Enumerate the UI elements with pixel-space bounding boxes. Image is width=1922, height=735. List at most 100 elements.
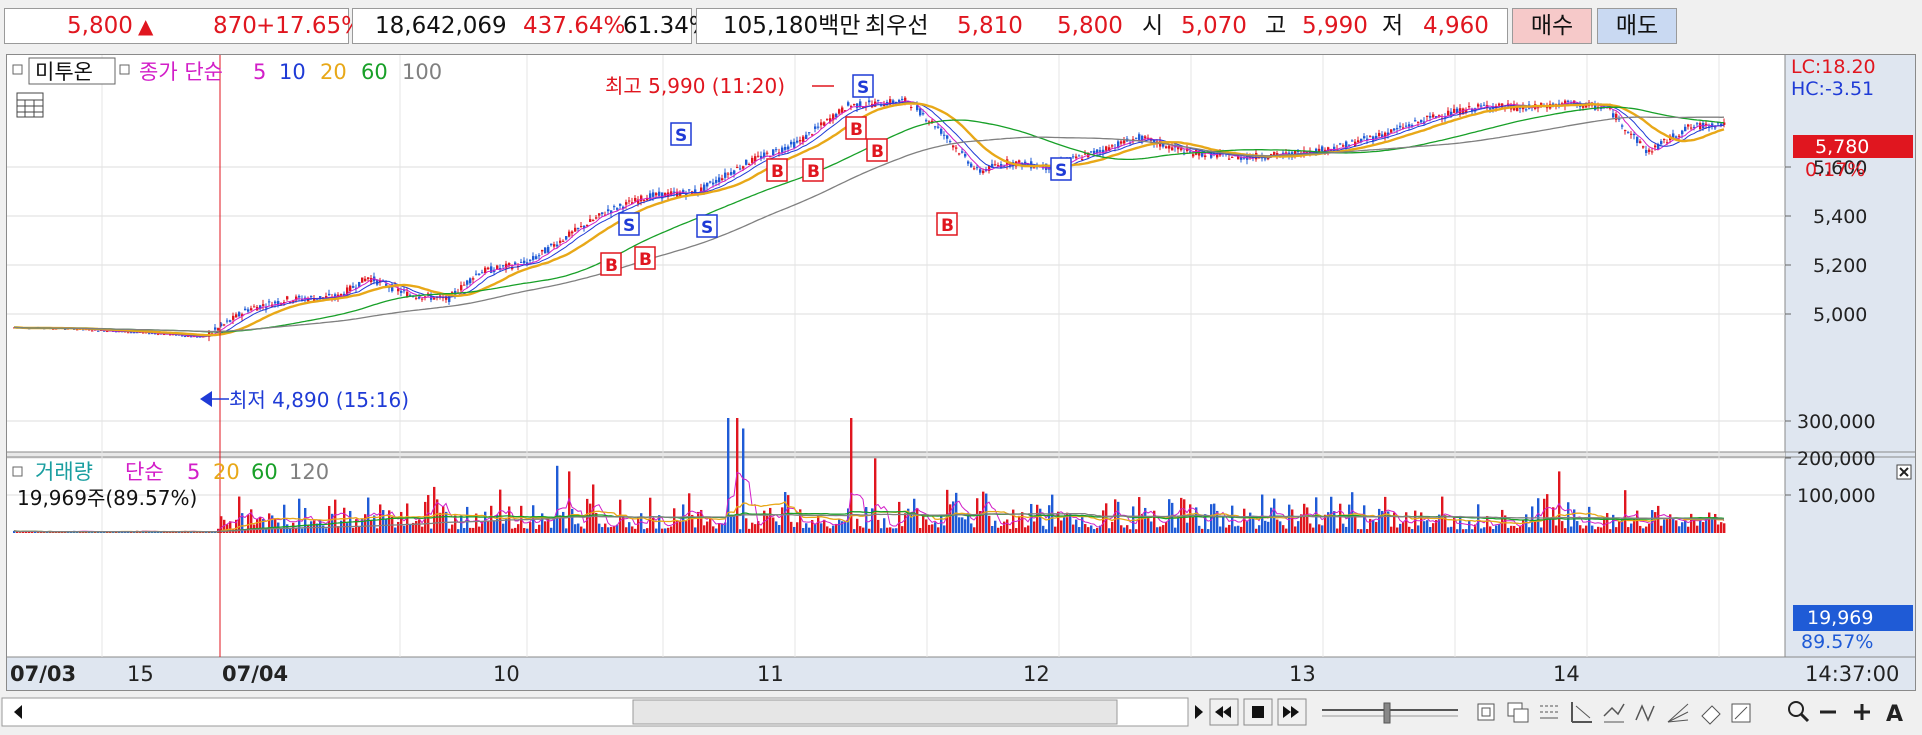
price-candles [13,96,1726,342]
volume-bar [703,525,706,533]
settings-icon[interactable] [1731,703,1751,723]
signal-marker-buy[interactable]: B [866,138,888,162]
signal-marker-buy[interactable]: B [600,252,622,276]
signal-marker-sell[interactable]: S [696,214,718,238]
volume-bar [1510,525,1513,533]
volume-bar [523,528,526,533]
ma-legend-collapse-icon[interactable] [119,64,130,75]
candle-body [1477,104,1480,107]
compare-icon[interactable] [1540,705,1558,719]
volume-bar [874,458,877,533]
volume-bar [1231,505,1234,533]
stop-icon[interactable] [1243,698,1273,726]
candle-body [856,103,859,109]
volume-bar [133,532,136,533]
volume-bar [1021,512,1024,533]
trend-tool-icon[interactable] [1603,703,1625,723]
candle-body [781,147,784,153]
volume-legend-collapse-icon[interactable] [12,466,23,477]
line-tool-icon[interactable] [1571,702,1592,723]
sell-button[interactable]: 매도 [1597,8,1677,44]
candle-body [955,147,958,149]
rewind-icon[interactable] [1209,698,1239,726]
signal-marker-sell[interactable]: S [670,122,692,146]
volume-bar [301,528,304,533]
wave-tool-icon[interactable] [1635,704,1655,722]
calendar-icon[interactable] [16,92,44,118]
volume-bar [919,528,922,533]
signal-marker-buy[interactable]: B [634,246,656,270]
scroll-right-icon[interactable] [1195,705,1203,719]
volume-bar [259,517,262,533]
volume-bar [1084,524,1087,533]
volume-bar [751,522,754,533]
candle-body [823,122,826,126]
volume-bar [409,523,412,533]
signal-marker-buy[interactable]: B [845,116,867,140]
text-tool-icon[interactable]: A [1886,702,1903,727]
volume-bar [862,527,865,533]
signal-marker-sell[interactable]: S [852,74,874,98]
volume-bar [1207,529,1210,533]
legend-stock-name[interactable]: 미투온 [35,60,93,84]
zoom-in-icon[interactable] [1854,704,1870,720]
fan-tool-icon[interactable] [1667,703,1689,723]
volume-bar [1039,508,1042,533]
panel-divider[interactable] [7,452,1785,457]
volume-bar [730,514,733,533]
candle-body [925,120,928,122]
volume-bar [625,527,628,533]
candle-body [1633,134,1636,136]
volume-bar [1408,526,1411,533]
close-icon[interactable] [1896,464,1912,480]
volume-bar [1597,526,1600,533]
volume-bar [457,529,460,533]
fast-forward-icon[interactable] [1277,698,1307,726]
candle-body [1072,156,1075,158]
volume-bar [898,501,901,533]
candle-body [1357,140,1360,143]
candle-body [481,272,484,274]
signal-marker-sell[interactable]: S [618,212,640,236]
candle-body [640,195,643,202]
erase-tool-icon[interactable] [1701,705,1721,725]
volume-bar [1279,521,1282,533]
signal-marker-buy[interactable]: B [802,158,824,182]
buy-button[interactable]: 매수 [1512,8,1592,44]
candle-body [400,290,403,293]
candle-body [523,260,526,264]
candle-body [463,284,466,286]
ticker-bar: 5,800 ▲ 870 +17.65% 18,642,069 437.64% 6… [0,0,1922,52]
signal-marker-buy[interactable]: B [936,212,958,236]
scrollbar-thumb[interactable] [632,699,1118,725]
zoom-slider[interactable] [1322,702,1458,724]
chart-canvas[interactable]: SBBSSBBSBBBS 미투온 종가 단순 5 10 20 60 100 [7,55,1915,690]
low-arrow-icon [200,391,212,407]
magnifier-icon[interactable] [1788,701,1810,723]
candle-body [1483,104,1486,106]
signal-markers[interactable]: SB BSSB BSBBBS [600,74,1072,276]
volume-bar [1174,527,1177,533]
signal-marker-buy[interactable]: B [766,158,788,182]
x-label-0704: 07/04 [222,662,288,686]
volume-bar [1498,524,1501,533]
candle-body [1432,114,1435,118]
candle-body [250,308,253,311]
multi-window-icon[interactable] [1507,702,1529,723]
current-price: 5,800 [67,13,133,39]
candle-body [877,99,880,101]
candle-body [556,244,559,247]
volume-bar [274,518,277,533]
volume-bar [694,527,697,533]
signal-marker-sell[interactable]: S [1050,157,1072,181]
candle-body [712,182,715,185]
candle-body [922,113,925,115]
candle-body [937,126,940,128]
volume-bar [1501,509,1504,533]
volume-bar [643,529,646,533]
window-icon[interactable] [1477,703,1495,721]
chart-frame[interactable]: SBBSSBBSBBBS 미투온 종가 단순 5 10 20 60 100 최고… [6,54,1916,691]
candle-body [880,105,883,107]
volume-bar [577,523,580,533]
legend-collapse-icon[interactable] [12,64,23,75]
